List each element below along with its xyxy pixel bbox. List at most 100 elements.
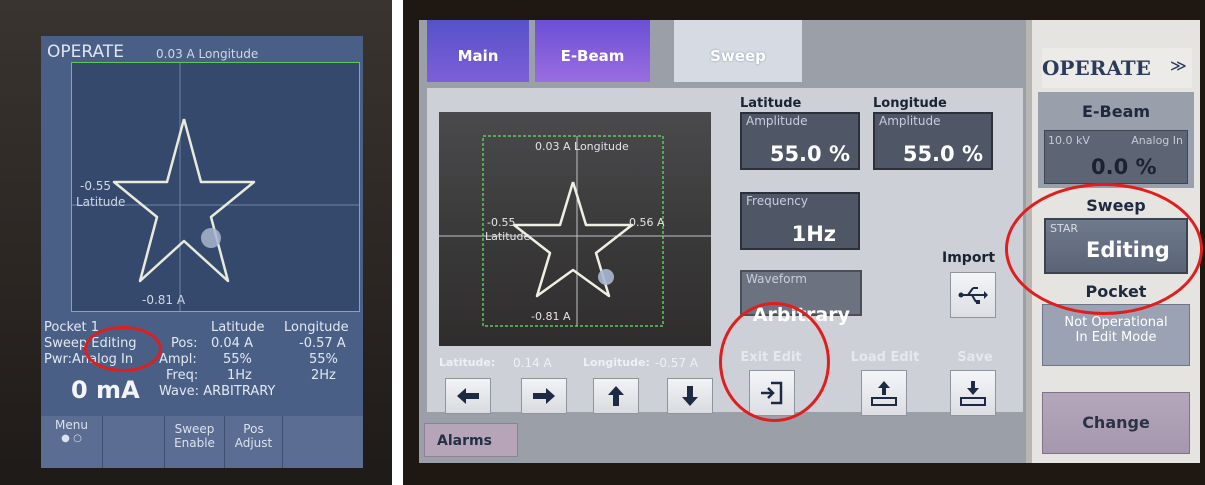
arrow-left-icon	[457, 388, 479, 404]
move-up-button[interactable]	[593, 378, 639, 414]
pos-lon-label: Longitude:	[583, 356, 650, 369]
download-tray-icon	[960, 381, 986, 406]
waveform-label: Waveform	[746, 272, 807, 286]
left-beam-current: 0 mA	[71, 376, 140, 404]
frequency-value: 1Hz	[791, 222, 836, 246]
left-menu-dots: ● ○	[61, 433, 82, 444]
pos-lat-label: Latitude:	[439, 356, 496, 369]
ebeam-status-group: E-Beam 10.0 kV Analog In 0.0 %	[1038, 92, 1194, 188]
ebeam-value: 0.0 %	[1091, 155, 1157, 179]
chevron-down-icon: ≫	[1170, 56, 1187, 75]
right-plot-bottom-label: -0.81 A	[531, 310, 571, 323]
left-sweep-enable-softkey[interactable]: Sweep Enable	[165, 416, 225, 468]
upload-tray-icon	[871, 381, 897, 406]
left-wave-value: ARBITRARY	[203, 384, 276, 399]
left-col-latitude: Latitude	[211, 320, 265, 335]
left-blank-softkey[interactable]	[103, 416, 165, 468]
left-plot-left-value: -0.55	[80, 179, 112, 193]
left-pos-label: Pos:	[171, 336, 198, 351]
move-down-button[interactable]	[667, 378, 713, 414]
left-pos-lat: 0.04 A	[211, 336, 253, 351]
left-pwr-label: Pwr	[44, 352, 68, 367]
operate-label: OPERATE	[1042, 56, 1151, 80]
longitude-amplitude-label: Amplitude	[879, 114, 941, 128]
left-screen-title: OPERATE	[47, 42, 124, 62]
left-softkey-bar: Menu ● ○ Sweep Enable Pos Adjust	[41, 416, 363, 468]
right-plot-left-axis: Latitude	[485, 230, 531, 243]
latitude-amplitude-value: 55.0 %	[769, 142, 850, 166]
operate-menu[interactable]: OPERATE ≫	[1042, 48, 1192, 88]
ebeam-mode: Analog In	[1131, 134, 1183, 147]
usb-icon	[958, 287, 988, 304]
tab-ebeam[interactable]: E-Beam	[535, 20, 650, 82]
left-empty-softkey[interactable]	[283, 416, 363, 468]
save-label: Save	[957, 350, 993, 365]
left-sweep-enable-label: Sweep Enable	[174, 422, 215, 450]
left-pocket-row: Pocket 1	[44, 320, 99, 335]
latitude-amplitude-label: Amplitude	[746, 114, 808, 128]
latitude-amplitude-field[interactable]: Amplitude 55.0 %	[740, 112, 860, 170]
longitude-amplitude-value: 55.0 %	[902, 142, 983, 166]
pocket-line-1: Not Operational	[1064, 315, 1168, 330]
save-button[interactable]	[950, 370, 996, 416]
left-ampl-lat: 55%	[223, 352, 252, 367]
tab-main[interactable]: Main	[427, 20, 529, 82]
arrow-right-icon	[533, 388, 555, 404]
left-star-trace	[112, 118, 256, 283]
left-sweep-plot: 0.03 A Longitude -0.55 Latitude -0.81 A	[71, 47, 360, 312]
left-freq-lon: 2Hz	[311, 368, 336, 383]
left-sweep-label: Sweep	[44, 336, 88, 351]
left-lcd-screen: OPERATE 0.03 A Longitude -0.55 Latitude …	[41, 36, 363, 468]
right-star-trace	[512, 181, 634, 298]
left-pos-lon: -0.57 A	[299, 336, 346, 351]
right-sweep-plot: 0.03 A Longitude -0.55 Latitude 0.56 A -…	[439, 112, 711, 346]
left-freq-lat: 1Hz	[227, 368, 252, 383]
left-wave-label: Wave:	[159, 384, 200, 399]
arrow-down-icon	[682, 386, 698, 406]
load-edit-label: Load Edit	[850, 350, 920, 365]
left-plot-canvas	[72, 63, 359, 311]
ebeam-kv: 10.0 kV	[1048, 134, 1090, 147]
left-beam-dot	[201, 228, 221, 248]
right-beam-dot	[598, 269, 614, 285]
import-label: Import	[942, 250, 996, 266]
pocket-line-2: In Edit Mode	[1075, 330, 1157, 345]
right-plot-right-value: 0.56 A	[629, 216, 665, 229]
frequency-label: Frequency	[746, 194, 808, 208]
left-plot-top-label: 0.03 A Longitude	[156, 47, 259, 61]
left-plot-bottom-label: -0.81 A	[142, 293, 186, 307]
left-freq-label: Freq:	[166, 368, 199, 383]
left-device-photo: OPERATE 0.03 A Longitude -0.55 Latitude …	[0, 0, 392, 485]
left-plot-left-axis: Latitude	[76, 195, 126, 209]
arrow-up-icon	[608, 386, 624, 406]
left-pocket-label: Pocket	[44, 320, 87, 335]
load-edit-button[interactable]	[861, 370, 907, 416]
longitude-header: Longitude	[873, 96, 947, 111]
left-menu-softkey[interactable]: Menu ● ○	[41, 416, 103, 468]
left-menu-label: Menu	[55, 418, 88, 432]
move-right-button[interactable]	[521, 378, 567, 414]
longitude-amplitude-field[interactable]: Amplitude 55.0 %	[873, 112, 993, 170]
ebeam-head: E-Beam	[1081, 102, 1151, 121]
ebeam-readout: 10.0 kV Analog In 0.0 %	[1044, 130, 1188, 184]
move-left-button[interactable]	[445, 378, 491, 414]
tab-sweep[interactable]: Sweep	[674, 20, 802, 82]
exit-edit-highlight-circle	[719, 302, 830, 422]
editing-highlight-circle	[84, 326, 162, 372]
left-pos-adjust-label: Pos Adjust	[234, 422, 273, 450]
right-plot-top-label: 0.03 A Longitude	[535, 140, 629, 153]
latitude-header: Latitude	[740, 96, 802, 111]
left-wave-row: Wave: ARBITRARY	[159, 384, 275, 399]
left-col-longitude: Longitude	[284, 320, 349, 335]
import-usb-button[interactable]	[950, 272, 996, 318]
left-pos-adjust-softkey[interactable]: Pos Adjust	[225, 416, 283, 468]
right-main-area: Main E-Beam Sweep 0.03 A Longitude -0.55…	[419, 20, 1026, 463]
alarms-button[interactable]: Alarms	[424, 423, 518, 457]
pos-lon-value: -0.57 A	[655, 356, 699, 370]
frequency-field[interactable]: Frequency 1Hz	[740, 192, 860, 250]
left-ampl-lon: 55%	[309, 352, 338, 367]
left-ampl-label: Ampl:	[159, 352, 197, 367]
pos-lat-value: 0.14 A	[513, 356, 552, 370]
sweep-editing-highlight-circle	[1005, 183, 1203, 315]
change-button[interactable]: Change	[1042, 392, 1190, 454]
